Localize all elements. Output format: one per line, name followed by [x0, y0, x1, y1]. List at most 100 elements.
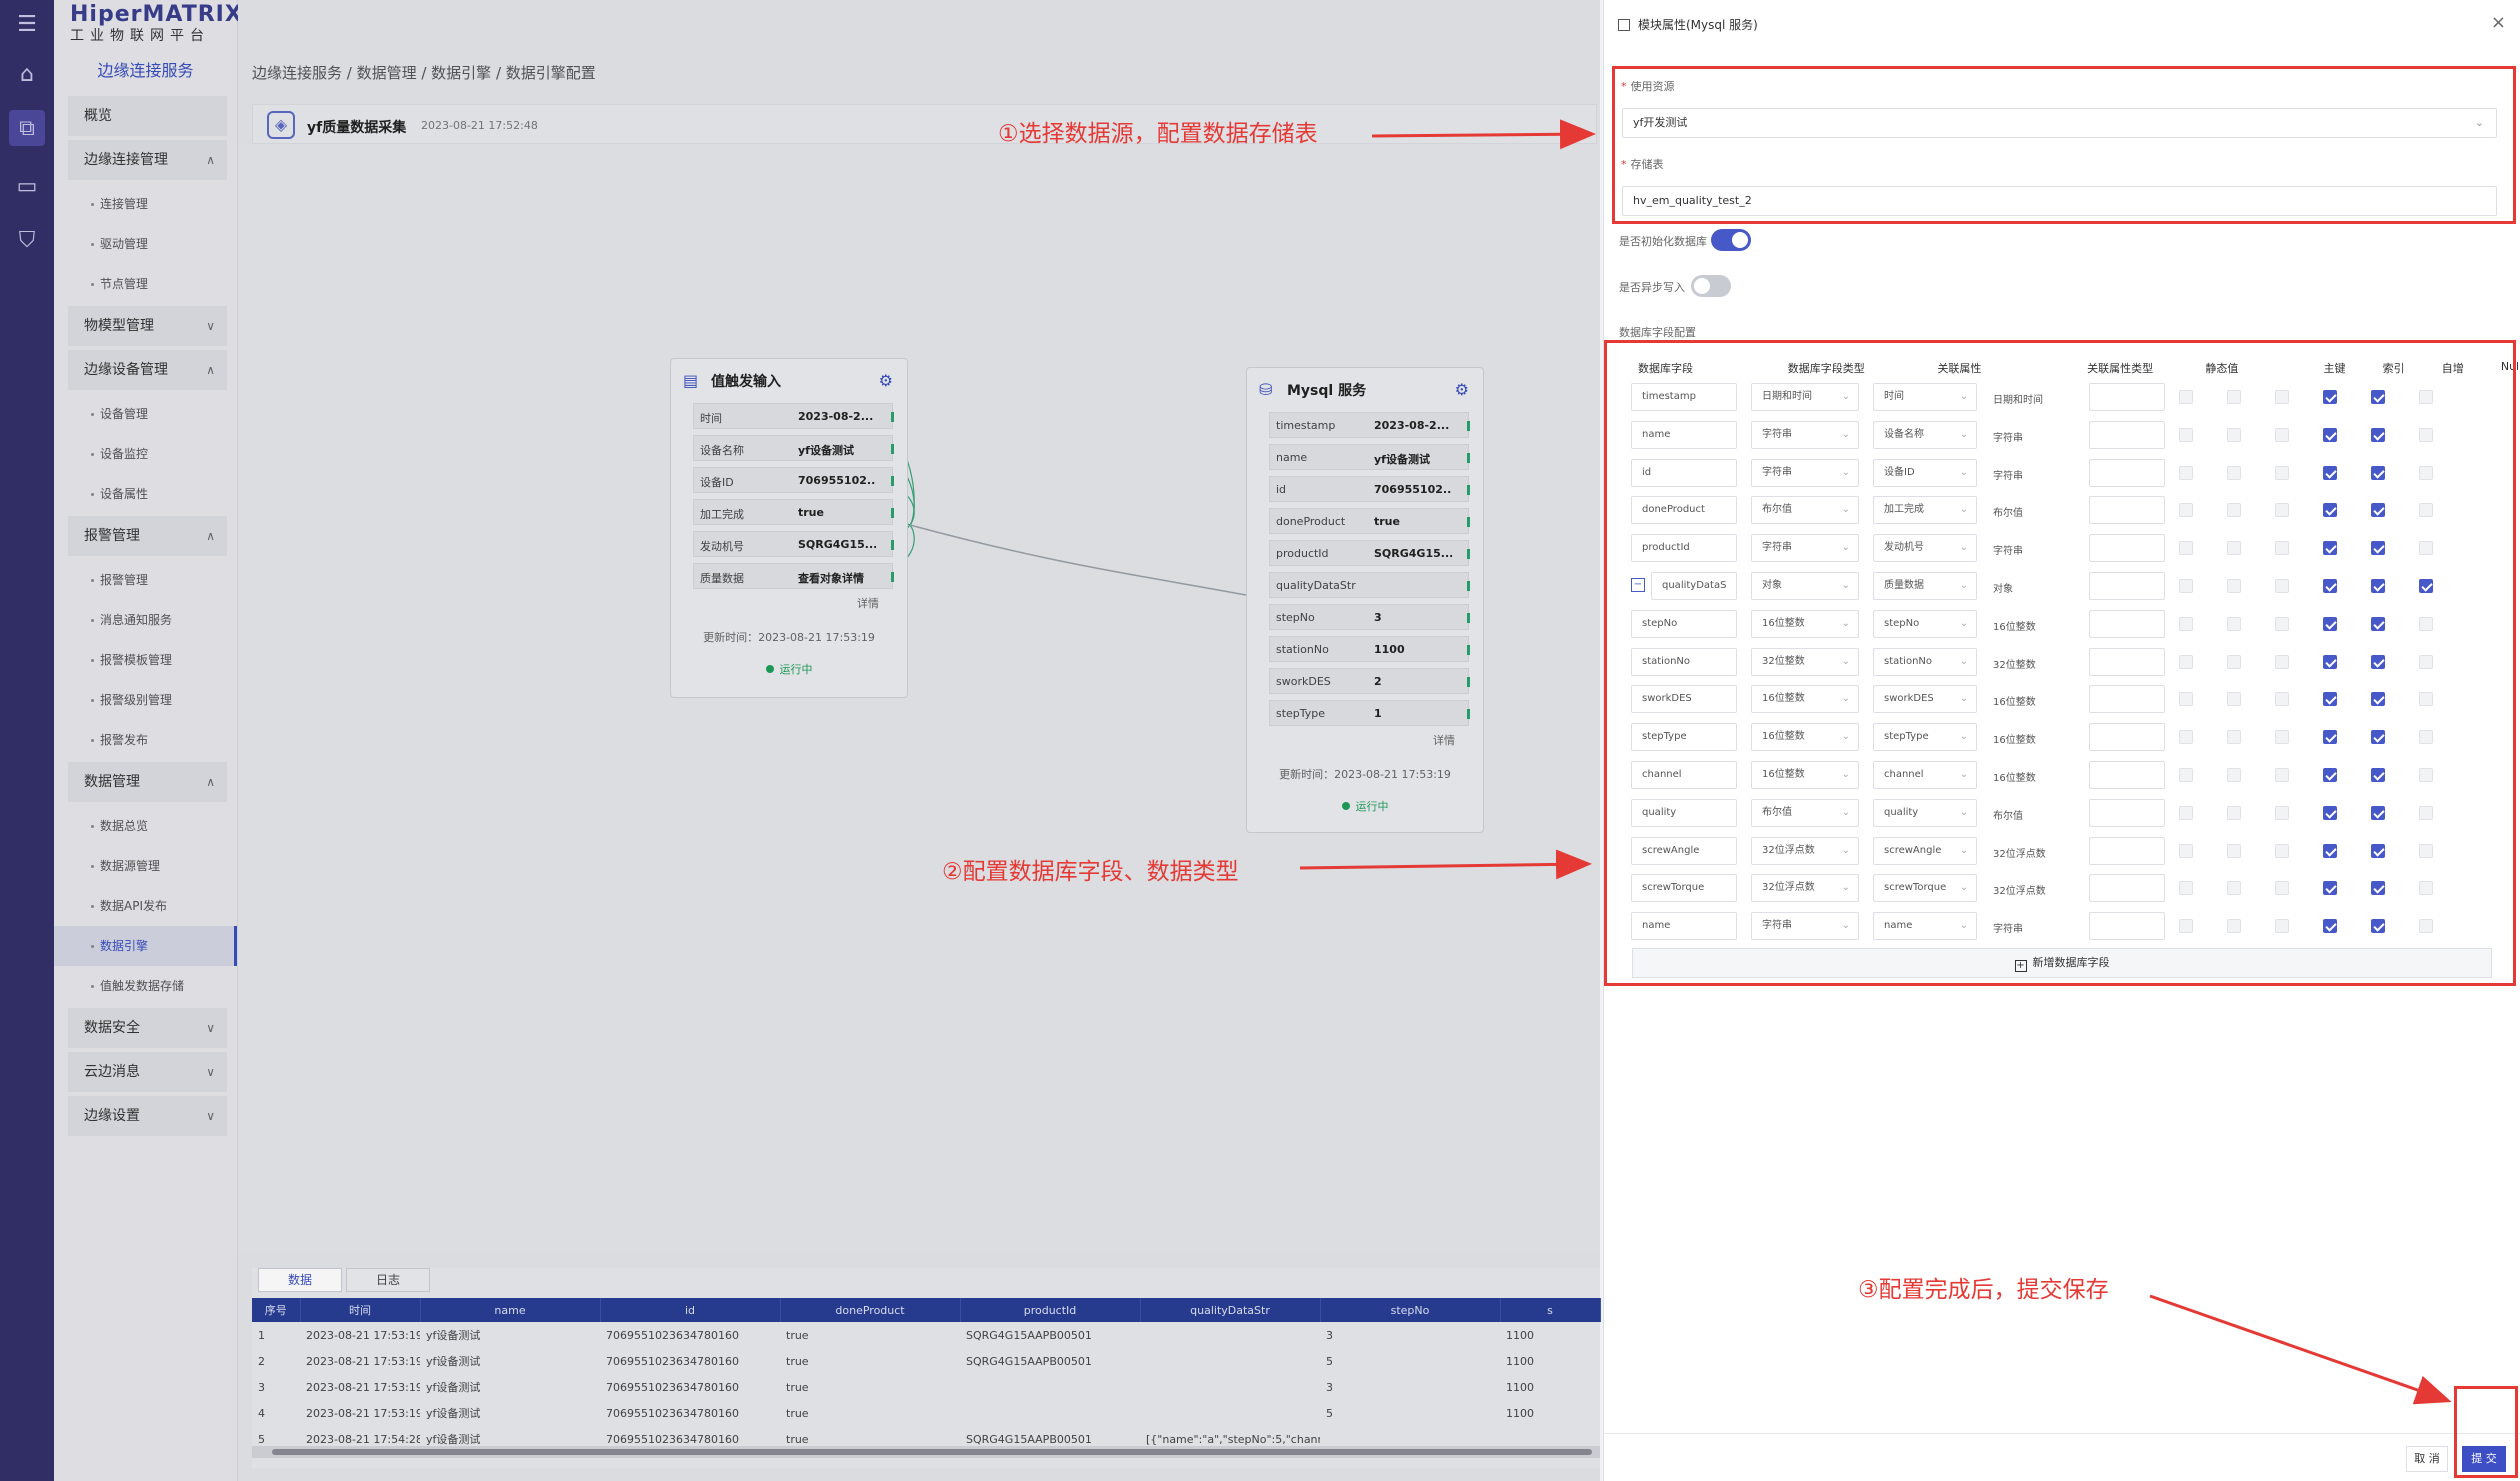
write-db-checkbox[interactable]	[2371, 805, 2385, 820]
field-name-input[interactable]: sworkDES	[1631, 685, 1737, 714]
field-static-value-input[interactable]	[2089, 912, 2165, 941]
null-checkbox[interactable]	[2323, 692, 2337, 707]
table-row[interactable]: 1 2023-08-21 17:53:19 yf设备测试 70695510236347…	[252, 1322, 1600, 1348]
field-static-value-input[interactable]	[2089, 458, 2165, 487]
collapse-icon[interactable]: −	[1631, 578, 1645, 592]
sidebar-group[interactable]: 报警管理 ∧	[68, 516, 227, 556]
field-type-select[interactable]: 布尔值 ⌄	[1751, 496, 1859, 525]
field-name-input[interactable]: name	[1631, 912, 1737, 941]
null-checkbox[interactable]	[2323, 465, 2337, 480]
field-attr-select[interactable]: screwAngle ⌄	[1873, 836, 1977, 865]
resource-select[interactable]: yf开发测试 ⌄	[1622, 108, 2497, 138]
field-type-select[interactable]: 字符串 ⌄	[1751, 912, 1859, 941]
field-static-value-input[interactable]	[2089, 534, 2165, 563]
sidebar-item[interactable]: 设备监控	[54, 434, 237, 474]
field-attr-select[interactable]: quality ⌄	[1873, 798, 1977, 827]
write-db-checkbox[interactable]	[2371, 692, 2385, 707]
null-checkbox[interactable]	[2323, 579, 2337, 593]
scrollbar-thumb[interactable]	[272, 1449, 1592, 1455]
shield-icon[interactable]: ⛉	[9, 222, 45, 258]
write-db-checkbox[interactable]	[2371, 616, 2385, 631]
node-input-detail-link[interactable]: 详情	[671, 595, 907, 611]
sidebar-item[interactable]: 报警发布	[54, 720, 237, 760]
sidebar-item[interactable]: 驱动管理	[54, 224, 237, 264]
sidebar-item[interactable]: 设备属性	[54, 474, 237, 514]
sidebar-item[interactable]: 消息通知服务	[54, 600, 237, 640]
field-attr-select[interactable]: stepNo ⌄	[1873, 609, 1977, 638]
field-type-select[interactable]: 16位整数 ⌄	[1751, 609, 1859, 638]
sidebar-item[interactable]: 数据引擎	[54, 926, 237, 966]
table-input[interactable]: hv_em_quality_test_2	[1622, 186, 2497, 216]
async-write-toggle[interactable]	[1691, 275, 1731, 297]
write-db-checkbox[interactable]	[2371, 541, 2385, 556]
table-row[interactable]: 4 2023-08-21 17:53:19 yf设备测试 70695510236347…	[252, 1400, 1600, 1426]
write-db-checkbox[interactable]	[2371, 730, 2385, 745]
flow-canvas[interactable]: ▤ 值触发输入 ⚙ 时间 2023-08-2... 设备名称 yf设备测试 设备ID 7069…	[238, 145, 1600, 1251]
write-db-checkbox[interactable]	[2371, 465, 2385, 480]
write-db-checkbox[interactable]	[2371, 881, 2385, 896]
field-static-value-input[interactable]	[2089, 836, 2165, 865]
tab-log[interactable]: 日志	[346, 1268, 430, 1292]
null-checkbox[interactable]	[2323, 427, 2337, 442]
field-name-input[interactable]: screwTorque	[1631, 874, 1737, 903]
field-static-value-input[interactable]	[2089, 874, 2165, 903]
null-checkbox[interactable]	[2323, 843, 2337, 858]
field-attr-select[interactable]: 质量数据 ⌄	[1873, 572, 1977, 600]
field-static-value-input[interactable]	[2089, 647, 2165, 676]
field-attr-select[interactable]: sworkDES ⌄	[1873, 685, 1977, 714]
node-trigger-input[interactable]: ▤ 值触发输入 ⚙ 时间 2023-08-2... 设备名称 yf设备测试 设备ID 7069…	[670, 358, 908, 698]
sidebar-item[interactable]: 节点管理	[54, 264, 237, 304]
null-checkbox[interactable]	[2323, 881, 2337, 896]
field-static-value-input[interactable]	[2089, 383, 2165, 411]
write-db-checkbox[interactable]	[2371, 579, 2385, 593]
null-checkbox[interactable]	[2323, 805, 2337, 820]
field-attr-select[interactable]: 设备ID ⌄	[1873, 458, 1977, 487]
null-checkbox[interactable]	[2323, 730, 2337, 745]
write-db-checkbox[interactable]	[2371, 654, 2385, 669]
field-name-input[interactable]: quality	[1631, 798, 1737, 827]
field-name-input[interactable]: timestamp	[1631, 383, 1737, 411]
null-checkbox[interactable]	[2323, 919, 2337, 934]
sidebar-group[interactable]: 数据安全 ∨	[68, 1008, 227, 1048]
field-static-value-input[interactable]	[2089, 496, 2165, 525]
field-attr-select[interactable]: 加工完成 ⌄	[1873, 496, 1977, 525]
field-type-select[interactable]: 32位浮点数 ⌄	[1751, 874, 1859, 903]
field-attr-select[interactable]: screwTorque ⌄	[1873, 874, 1977, 903]
menu-icon[interactable]: ☰	[9, 6, 45, 42]
sidebar-item[interactable]: 数据API发布	[54, 886, 237, 926]
field-attr-select[interactable]: stationNo ⌄	[1873, 647, 1977, 676]
field-type-select[interactable]: 布尔值 ⌄	[1751, 798, 1859, 827]
field-static-value-input[interactable]	[2089, 609, 2165, 638]
field-type-select[interactable]: 16位整数 ⌄	[1751, 761, 1859, 789]
sidebar-group[interactable]: 数据管理 ∧	[68, 762, 227, 802]
field-name-input[interactable]: id	[1631, 458, 1737, 487]
sidebar-group[interactable]: 边缘设置 ∨	[68, 1096, 227, 1136]
table-row[interactable]: 3 2023-08-21 17:53:19 yf设备测试 70695510236347…	[252, 1374, 1600, 1400]
write-db-checkbox[interactable]	[2371, 390, 2385, 404]
null-checkbox[interactable]	[2323, 654, 2337, 669]
field-type-select[interactable]: 字符串 ⌄	[1751, 458, 1859, 487]
gear-icon[interactable]: ⚙	[879, 371, 893, 390]
add-field-button[interactable]: + 新增数据库字段	[1632, 948, 2492, 978]
field-static-value-input[interactable]	[2089, 572, 2165, 600]
init-db-toggle[interactable]	[1711, 229, 1751, 251]
null-checkbox[interactable]	[2323, 503, 2337, 518]
sidebar-item[interactable]: 值触发数据存储	[54, 966, 237, 1006]
field-static-value-input[interactable]	[2089, 798, 2165, 827]
field-type-select[interactable]: 日期和时间 ⌄	[1751, 383, 1859, 411]
close-icon[interactable]: ×	[2491, 12, 2506, 33]
home-icon[interactable]: ⌂	[9, 56, 45, 92]
table-row[interactable]: 2 2023-08-21 17:53:19 yf设备测试 70695510236347…	[252, 1348, 1600, 1374]
device-icon[interactable]: ▭	[9, 168, 45, 204]
horizontal-scrollbar[interactable]	[252, 1446, 1600, 1458]
write-db-checkbox[interactable]	[2371, 768, 2385, 782]
field-name-input[interactable]: stationNo	[1631, 647, 1737, 676]
field-attr-select[interactable]: 设备名称 ⌄	[1873, 420, 1977, 449]
field-name-input[interactable]: screwAngle	[1631, 836, 1737, 865]
field-name-input[interactable]: qualityDataS	[1651, 572, 1737, 600]
sidebar-item[interactable]: 连接管理	[54, 184, 237, 224]
sidebar-group[interactable]: 概览	[68, 96, 227, 136]
null-checkbox[interactable]	[2323, 390, 2337, 404]
node-mysql-detail-link[interactable]: 详情	[1247, 732, 1483, 748]
cancel-button[interactable]: 取 消	[2406, 1446, 2448, 1472]
